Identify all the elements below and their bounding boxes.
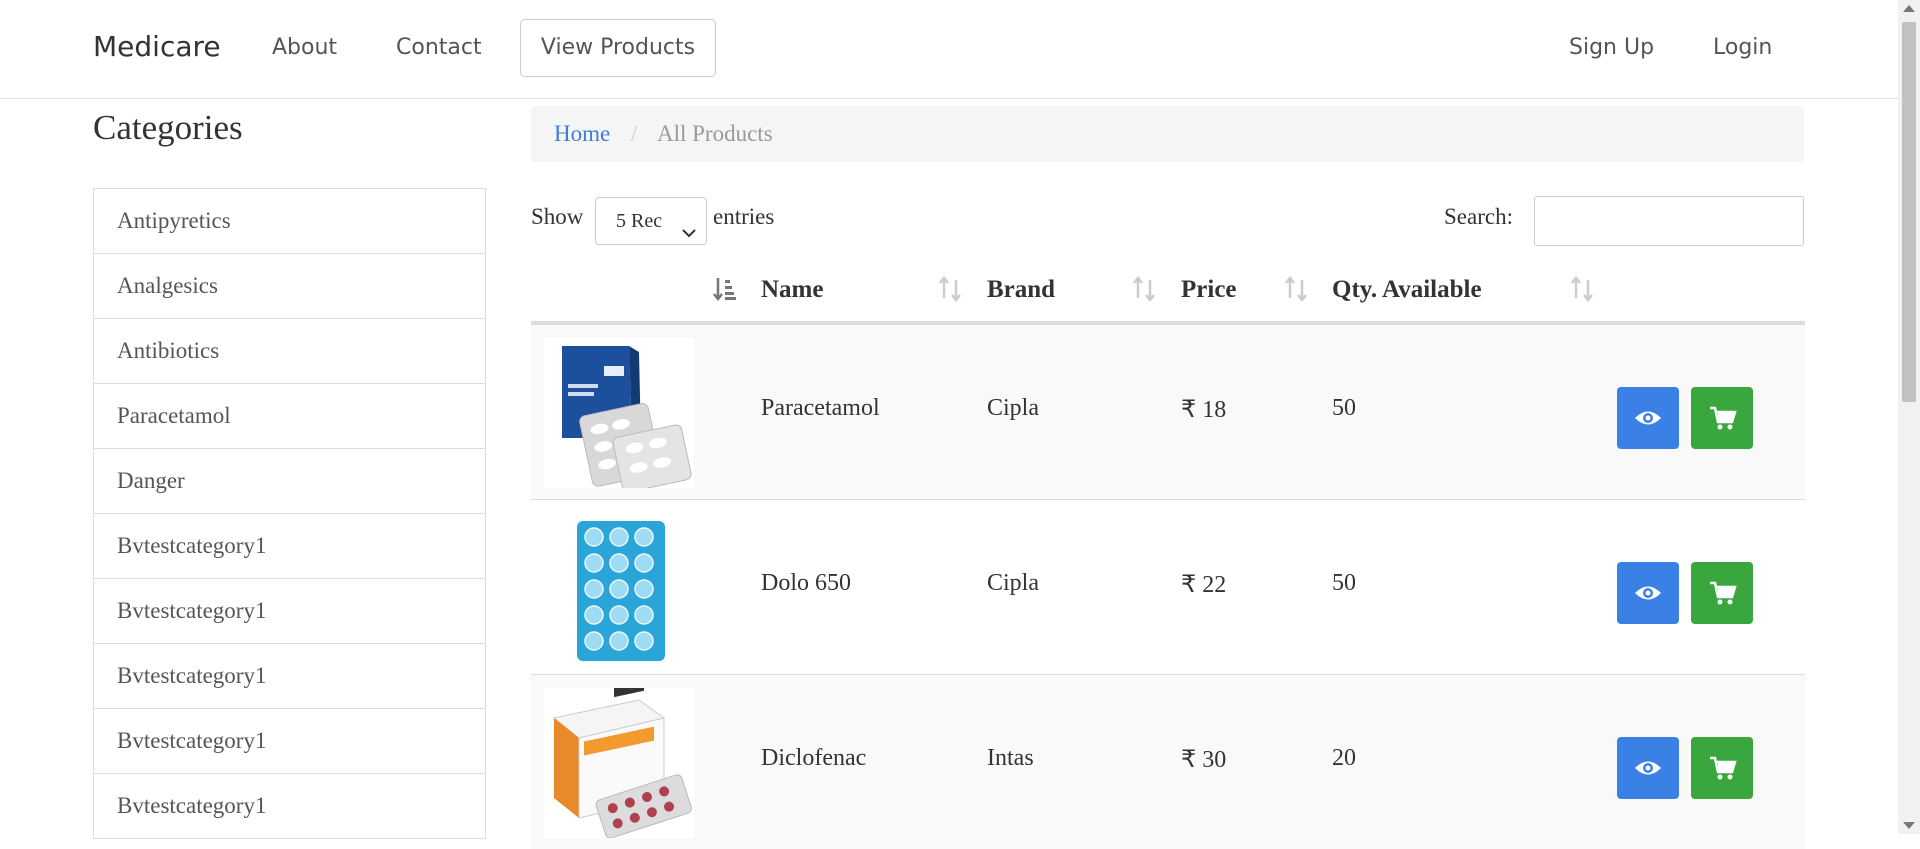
breadcrumb-home-link[interactable]: Home	[554, 106, 610, 162]
sort-icon[interactable]	[712, 276, 736, 309]
column-header-name[interactable]: Name	[761, 276, 823, 304]
category-item[interactable]: Bvtestcategory1	[94, 579, 485, 644]
sort-icon[interactable]	[937, 275, 963, 309]
sort-icon[interactable]	[1131, 275, 1157, 309]
category-item[interactable]: Bvtestcategory1	[94, 514, 485, 579]
nav-contact[interactable]: Contact	[396, 35, 482, 60]
cart-icon	[1710, 406, 1737, 430]
category-item[interactable]: Analgesics	[94, 254, 485, 319]
nav-about[interactable]: About	[272, 35, 337, 60]
category-list: Antipyretics Analgesics Antibiotics Para…	[93, 188, 486, 839]
add-to-cart-button[interactable]	[1691, 562, 1753, 624]
category-item[interactable]: Antibiotics	[94, 319, 485, 384]
product-qty: 50	[1332, 570, 1356, 596]
add-to-cart-button[interactable]	[1691, 737, 1753, 799]
category-item[interactable]: Danger	[94, 449, 485, 514]
product-name: Dolo 650	[761, 570, 851, 596]
sort-icon[interactable]	[1283, 275, 1309, 309]
page-scrollbar[interactable]	[1898, 0, 1920, 834]
cart-icon	[1710, 756, 1737, 780]
chevron-down-icon	[682, 212, 696, 244]
category-item[interactable]: Antipyretics	[94, 189, 485, 254]
category-item[interactable]: Bvtestcategory1	[94, 774, 485, 839]
brand-logo[interactable]: Medicare	[93, 30, 221, 63]
product-qty: 20	[1332, 745, 1356, 771]
sort-icon[interactable]	[1569, 275, 1595, 309]
breadcrumb: Home / All Products	[531, 106, 1804, 162]
breadcrumb-current: All Products	[657, 121, 773, 146]
category-item[interactable]: Bvtestcategory1	[94, 709, 485, 774]
table-row: Paracetamol Cipla ₹ 18 50	[531, 324, 1805, 499]
view-product-button[interactable]	[1617, 562, 1679, 624]
paracetamol-box-image	[544, 338, 694, 488]
column-header-price[interactable]: Price	[1181, 276, 1237, 304]
dolo-650-strip-image	[544, 513, 694, 663]
search-input[interactable]	[1534, 196, 1804, 246]
scroll-thumb[interactable]	[1902, 22, 1916, 402]
diclofenac-box-image	[544, 688, 694, 838]
search-label: Search:	[1444, 204, 1513, 229]
show-label: Show	[531, 204, 584, 229]
product-price: ₹ 30	[1181, 747, 1227, 773]
eye-icon	[1635, 586, 1661, 600]
view-product-button[interactable]	[1617, 737, 1679, 799]
product-brand: Cipla	[987, 570, 1039, 596]
column-header-brand[interactable]: Brand	[987, 276, 1055, 304]
product-price: ₹ 18	[1181, 397, 1227, 423]
entries-label: entries	[713, 204, 775, 229]
top-navbar: Medicare About Contact View Products Sig…	[0, 0, 1898, 99]
entries-select[interactable]: 5 Rec	[595, 197, 707, 245]
product-price: ₹ 22	[1181, 572, 1227, 598]
categories-title: Categories	[93, 108, 243, 147]
product-qty: 50	[1332, 395, 1356, 421]
scroll-down-arrow[interactable]	[1903, 822, 1915, 829]
table-row: Diclofenac Intas ₹ 30 20	[531, 674, 1805, 849]
product-brand: Cipla	[987, 395, 1039, 421]
view-products-button[interactable]: View Products	[520, 19, 716, 77]
product-brand: Intas	[987, 745, 1034, 771]
table-row: Dolo 650 Cipla ₹ 22 50	[531, 499, 1805, 674]
entries-select-value: 5 Rec	[616, 210, 663, 232]
scroll-up-arrow[interactable]	[1903, 5, 1915, 12]
product-name: Paracetamol	[761, 395, 880, 421]
column-header-qty[interactable]: Qty. Available	[1332, 276, 1482, 304]
eye-icon	[1635, 411, 1661, 425]
nav-login[interactable]: Login	[1713, 35, 1772, 60]
add-to-cart-button[interactable]	[1691, 387, 1753, 449]
breadcrumb-separator: /	[631, 121, 638, 146]
category-item[interactable]: Bvtestcategory1	[94, 644, 485, 709]
nav-sign-up[interactable]: Sign Up	[1569, 35, 1654, 60]
product-name: Diclofenac	[761, 745, 867, 771]
cart-icon	[1710, 581, 1737, 605]
view-product-button[interactable]	[1617, 387, 1679, 449]
category-item[interactable]: Paracetamol	[94, 384, 485, 449]
eye-icon	[1635, 761, 1661, 775]
table-header: Name Brand Price Qty. Available	[531, 264, 1805, 324]
